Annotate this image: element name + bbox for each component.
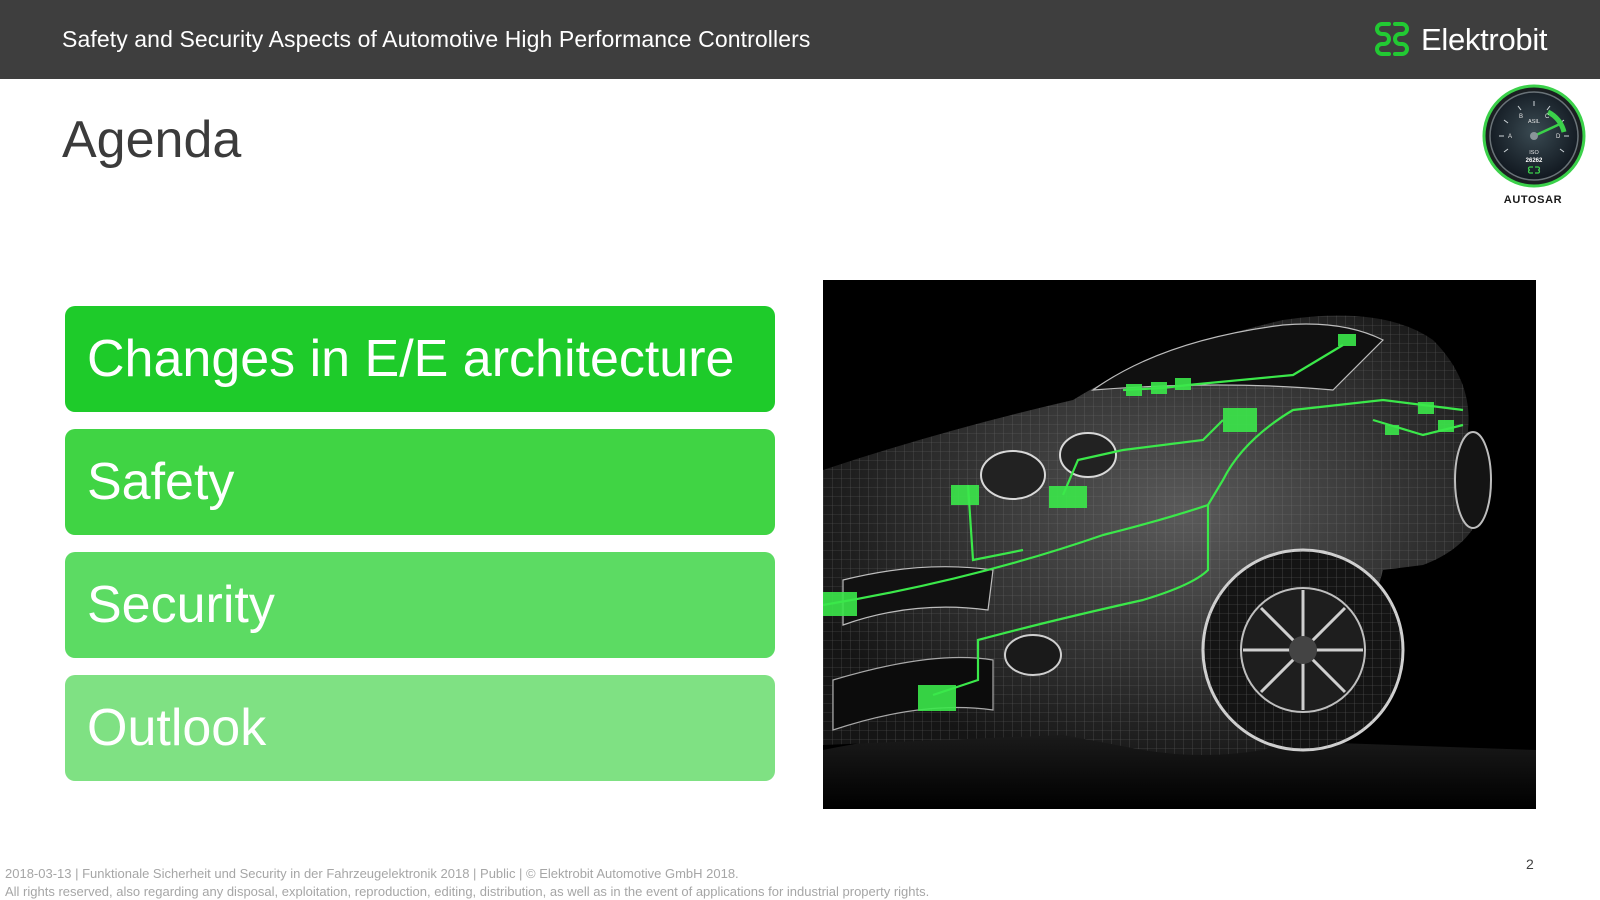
car-wireframe-illustration [823,315,1536,809]
footer-rights: All rights reserved, also regarding any … [5,884,930,899]
svg-text:ASIL: ASIL [1528,119,1540,125]
presentation-title: Safety and Security Aspects of Automotiv… [62,26,811,52]
agenda-item-outlook[interactable]: Outlook [65,675,775,781]
svg-text:26262: 26262 [1526,158,1543,164]
header-bar: Safety and Security Aspects of Automotiv… [0,0,1600,79]
svg-text:ISO: ISO [1529,150,1539,156]
asil-autosar-badge: A B C D ASIL ISO 26262 AUTOSAR [1476,84,1590,208]
agenda-item-security[interactable]: Security [65,552,775,658]
agenda-list: Changes in E/E architecture Safety Secur… [65,306,775,798]
page-title: Agenda [62,111,242,169]
footer-copyright: 2018-03-13 | Funktionale Sicherheit und … [5,866,739,881]
agenda-item-ee-architecture[interactable]: Changes in E/E architecture [65,306,775,412]
brand-name: Elektrobit [1421,22,1548,57]
agenda-item-safety[interactable]: Safety [65,429,775,535]
asil-gauge-icon: A B C D ASIL ISO 26262 [1482,84,1586,188]
svg-text:A: A [1508,134,1512,140]
svg-text:B: B [1519,114,1523,120]
svg-text:C: C [1545,114,1550,120]
svg-text:D: D [1556,134,1561,140]
autosar-logo: AUTOSAR [1503,194,1563,206]
car-wireframe-image [823,280,1536,809]
elektrobit-logo: Elektrobit [1373,20,1548,60]
elektrobit-logo-icon [1375,22,1409,56]
page-number: 2 [1526,856,1534,872]
